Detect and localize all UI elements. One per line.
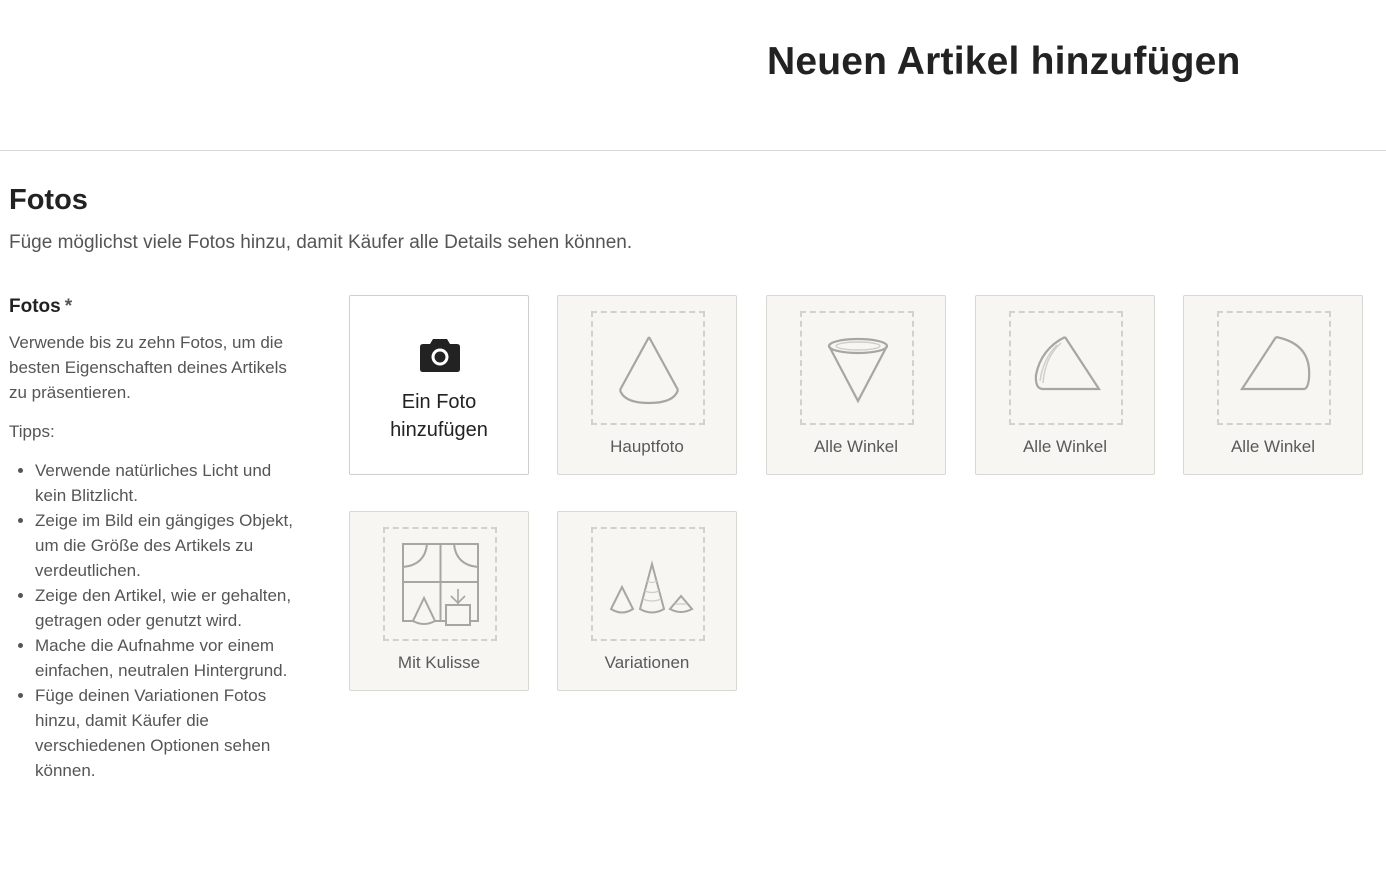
section-subtitle: Füge möglichst viele Fotos hinzu, damit …	[9, 232, 633, 253]
cone-inverted-icon	[827, 337, 889, 404]
placeholder-frame	[800, 311, 914, 425]
placeholder-frame	[383, 527, 497, 641]
photo-slot-main[interactable]: Hauptfoto	[557, 295, 737, 475]
tip-item: Zeige den Artikel, wie er gehalten, getr…	[35, 583, 299, 633]
cone-side-icon	[1239, 335, 1311, 391]
cone-upright-icon	[618, 336, 680, 405]
tip-item: Mache die Aufnahme vor einem einfachen, …	[35, 633, 299, 683]
placeholder-frame	[591, 527, 705, 641]
slot-label: Hauptfoto	[610, 437, 684, 456]
tips-list: Verwende natürliches Licht und kein Blit…	[9, 458, 299, 783]
field-label-text: Fotos	[9, 296, 61, 317]
slot-label: Variationen	[604, 653, 690, 672]
slot-label: Alle Winkel	[1022, 437, 1108, 456]
add-photo-button[interactable]: Ein Foto hinzufügen	[349, 295, 529, 475]
photos-field-info: Fotos * Verwende bis zu zehn Fotos, um di…	[9, 296, 299, 783]
window-scene-icon	[402, 543, 479, 626]
photo-slot-angle-2[interactable]: Alle Winkel	[975, 295, 1155, 475]
required-mark: *	[64, 296, 73, 317]
slot-label: Mit Kulisse	[397, 653, 481, 672]
photo-slot-variations[interactable]: Variationen	[557, 511, 737, 691]
photo-slot-scene[interactable]: Mit Kulisse	[349, 511, 529, 691]
tip-item: Verwende natürliches Licht und kein Blit…	[35, 458, 299, 508]
add-photo-label-line2: hinzufügen	[390, 419, 488, 441]
section-title: Fotos	[9, 184, 88, 216]
page: Neuen Artikel hinzufügen Fotos Füge mögl…	[0, 0, 1386, 874]
add-photo-label-line1: Ein Foto	[401, 391, 477, 413]
slot-label: Alle Winkel	[813, 437, 899, 456]
field-label: Fotos *	[9, 296, 299, 318]
cone-tilted-icon	[1034, 336, 1102, 391]
placeholder-frame	[1217, 311, 1331, 425]
page-header: Neuen Artikel hinzufügen	[0, 0, 1386, 151]
tip-item: Zeige im Bild ein gängiges Objekt, um di…	[35, 508, 299, 583]
placeholder-frame	[1009, 311, 1123, 425]
three-cones-icon	[609, 560, 694, 614]
photo-slot-angle-3[interactable]: Alle Winkel	[1183, 295, 1363, 475]
tip-item: Füge deinen Variationen Fotos hinzu, dam…	[35, 683, 299, 783]
slot-label: Alle Winkel	[1230, 437, 1316, 456]
page-title: Neuen Artikel hinzufügen	[767, 40, 1241, 83]
add-photo-label: Ein Foto hinzufügen	[350, 388, 528, 444]
placeholder-frame	[591, 311, 705, 425]
tips-label: Tipps:	[9, 422, 55, 441]
photo-slot-angle-1[interactable]: Alle Winkel	[766, 295, 946, 475]
camera-icon	[420, 339, 460, 372]
field-description: Verwende bis zu zehn Fotos, um die beste…	[9, 333, 287, 402]
